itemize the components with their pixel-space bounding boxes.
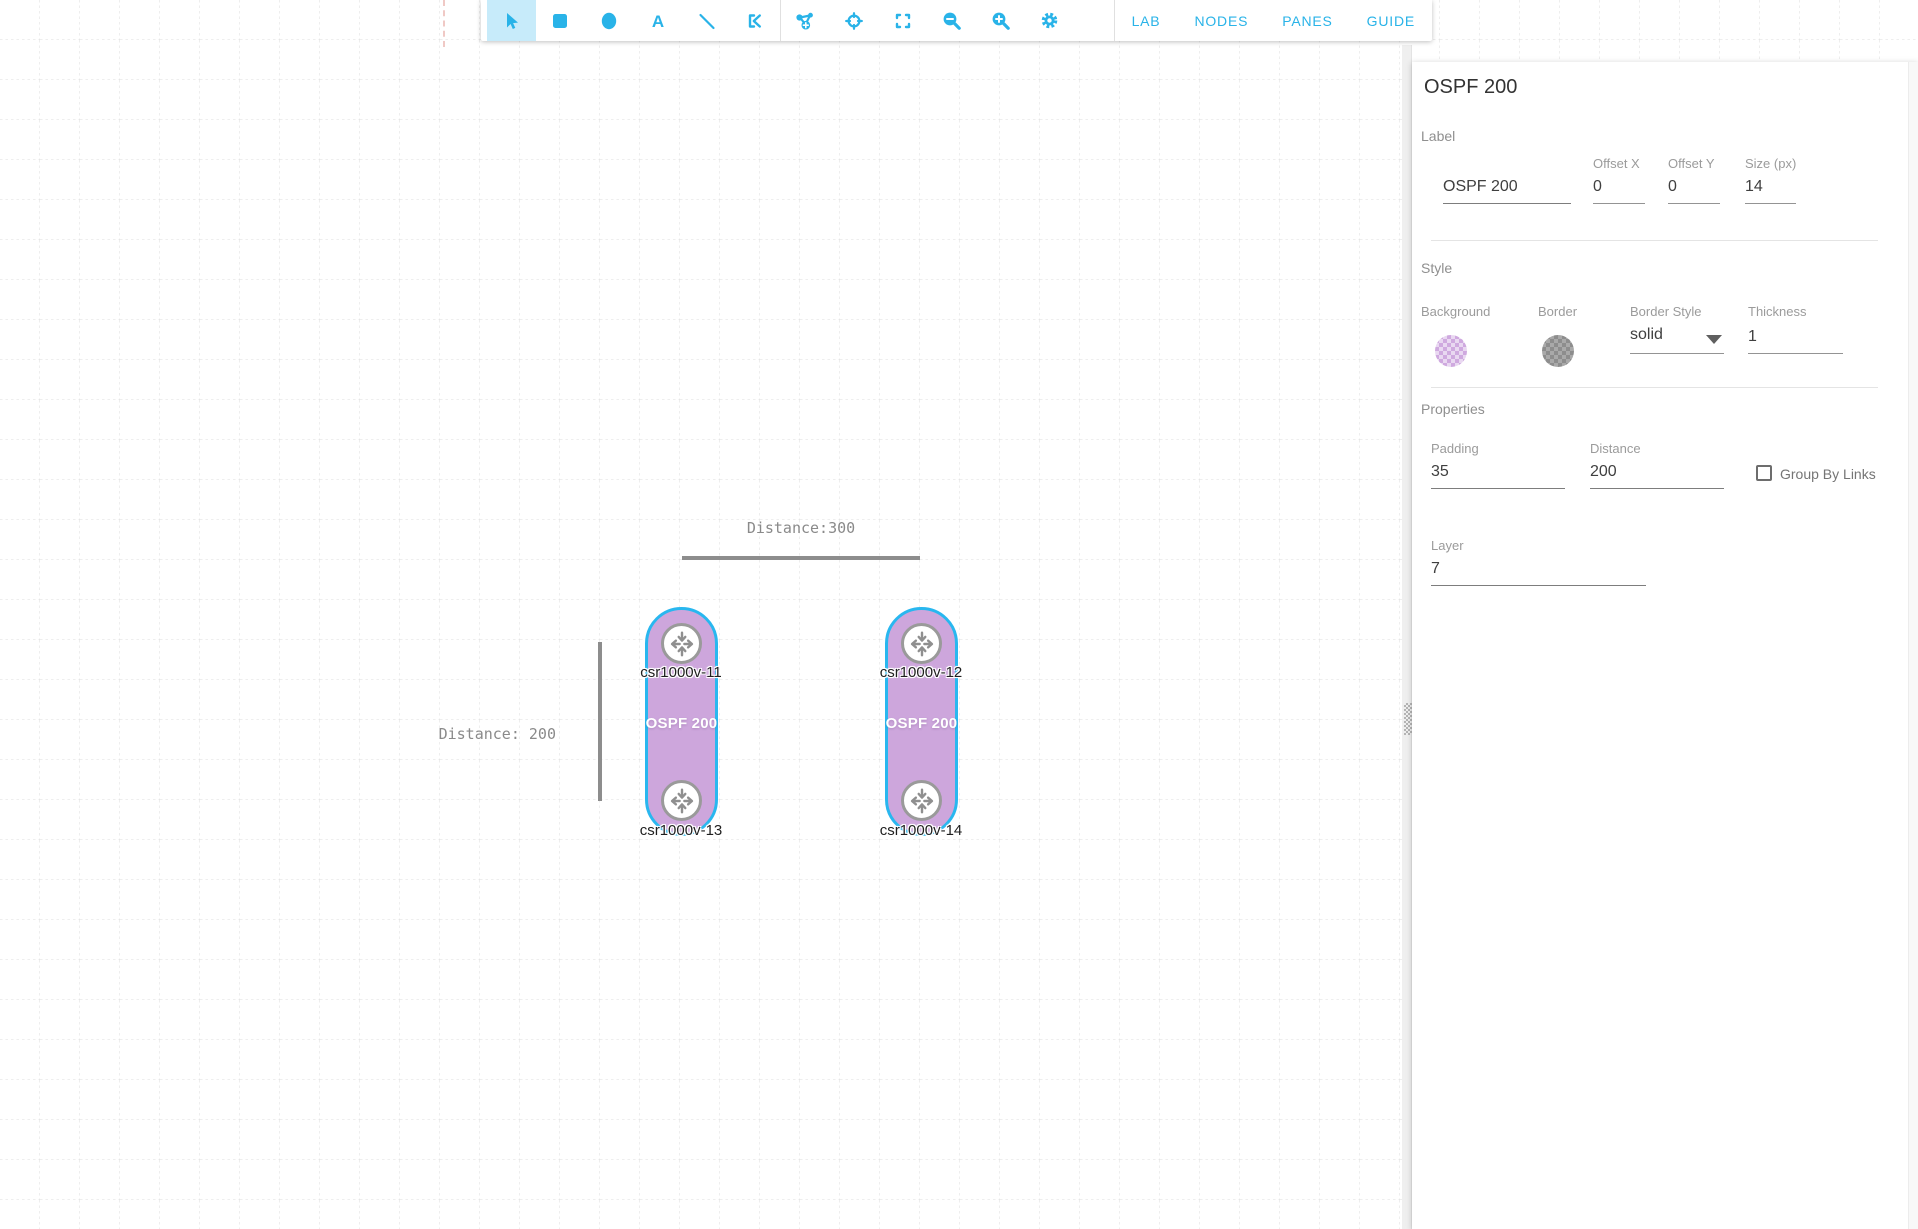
- distance-annotation-vertical[interactable]: Distance: 200: [430, 725, 556, 743]
- border-style-label: Border Style: [1630, 304, 1702, 319]
- ellipse-tool-button[interactable]: [585, 0, 634, 41]
- layer-input[interactable]: [1431, 558, 1646, 586]
- group-by-links-checkbox[interactable]: [1756, 465, 1772, 481]
- topology-editor: Distance:300 Distance: 200 OSPF 200 OSPF…: [0, 0, 1918, 1229]
- section-divider: [1431, 387, 1878, 388]
- section-divider: [1431, 240, 1878, 241]
- thickness-label: Thickness: [1748, 304, 1807, 319]
- svg-text:A: A: [652, 12, 664, 31]
- settings-tool-button[interactable]: [1025, 0, 1074, 41]
- panel-resize-strip[interactable]: [1402, 45, 1412, 1229]
- node-csr1000v-12[interactable]: [901, 623, 942, 664]
- layer-label: Layer: [1431, 538, 1464, 553]
- chevron-down-icon: [1706, 335, 1722, 344]
- node-label: csr1000v-13: [611, 822, 751, 839]
- properties-panel: OSPF 200 Label Offset X Offset Y Size (p…: [1412, 62, 1918, 1229]
- size-label: Size (px): [1745, 156, 1796, 171]
- ellipse-icon: [599, 11, 619, 31]
- line-icon: [697, 11, 717, 31]
- zoom-in-tool-button[interactable]: [976, 0, 1025, 41]
- menu-guide[interactable]: GUIDE: [1350, 0, 1432, 41]
- guide-marker: [443, 0, 445, 47]
- border-style-select[interactable]: solid: [1630, 326, 1724, 354]
- polygon-icon: [745, 11, 765, 31]
- border-color-swatch[interactable]: [1542, 335, 1574, 367]
- node-label: csr1000v-12: [851, 664, 991, 681]
- zoom-in-icon: [990, 10, 1011, 31]
- border-label: Border: [1538, 304, 1577, 319]
- properties-section-heading: Properties: [1421, 401, 1485, 417]
- distance-label: Distance: [1590, 441, 1641, 456]
- add-node-tool-button[interactable]: [781, 0, 830, 41]
- router-icon: [666, 628, 698, 660]
- locate-tool-button[interactable]: [830, 0, 879, 41]
- node-label: csr1000v-14: [851, 822, 991, 839]
- router-icon: [906, 785, 938, 817]
- group-by-links-label: Group By Links: [1780, 466, 1876, 482]
- offset-x-label: Offset X: [1593, 156, 1640, 171]
- text-tool-button[interactable]: A: [633, 0, 682, 41]
- line-tool-button[interactable]: [682, 0, 731, 41]
- distance-line-horizontal[interactable]: [682, 556, 920, 560]
- thickness-input[interactable]: [1748, 326, 1843, 354]
- group-label: OSPF 200: [646, 715, 718, 732]
- router-icon: [666, 785, 698, 817]
- select-tool-button[interactable]: [487, 0, 536, 41]
- menu-lab[interactable]: LAB: [1115, 0, 1178, 41]
- distance-input[interactable]: [1590, 461, 1724, 489]
- node-csr1000v-11[interactable]: [661, 623, 702, 664]
- style-section-heading: Style: [1421, 260, 1452, 276]
- node-csr1000v-13[interactable]: [661, 780, 702, 821]
- fit-to-screen-tool-button[interactable]: [878, 0, 927, 41]
- rectangle-tool-button[interactable]: [536, 0, 585, 41]
- text-icon: A: [648, 11, 668, 31]
- background-color-swatch[interactable]: [1435, 335, 1467, 367]
- crosshair-icon: [844, 11, 864, 31]
- offset-x-input[interactable]: [1593, 176, 1645, 204]
- router-icon: [906, 628, 938, 660]
- cursor-icon: [501, 11, 521, 31]
- offset-y-input[interactable]: [1668, 176, 1720, 204]
- topology-icon: [794, 10, 816, 32]
- distance-line-vertical[interactable]: [598, 642, 602, 801]
- toolbar: A: [481, 0, 1432, 41]
- offset-y-label: Offset Y: [1668, 156, 1715, 171]
- zoom-out-tool-button[interactable]: [927, 0, 976, 41]
- distance-annotation-horizontal[interactable]: Distance:300: [682, 519, 920, 537]
- border-style-value: solid: [1630, 326, 1663, 343]
- group-label: OSPF 200: [886, 715, 958, 732]
- padding-input[interactable]: [1431, 461, 1565, 489]
- polygon-tool-button[interactable]: [731, 0, 780, 41]
- label-section-heading: Label: [1421, 128, 1455, 144]
- menu-panes[interactable]: PANES: [1265, 0, 1349, 41]
- panel-title: OSPF 200: [1424, 76, 1517, 99]
- node-label: csr1000v-11: [611, 664, 751, 681]
- rectangle-icon: [550, 11, 570, 31]
- panel-scrollbar-track[interactable]: [1908, 62, 1918, 1229]
- size-input[interactable]: [1745, 176, 1796, 204]
- label-name-input[interactable]: [1443, 176, 1571, 204]
- padding-label: Padding: [1431, 441, 1479, 456]
- menu-nodes[interactable]: NODES: [1177, 0, 1265, 41]
- gear-icon: [1039, 10, 1060, 31]
- zoom-out-icon: [941, 10, 962, 31]
- node-csr1000v-14[interactable]: [901, 780, 942, 821]
- fullscreen-icon: [893, 11, 913, 31]
- background-label: Background: [1421, 304, 1490, 319]
